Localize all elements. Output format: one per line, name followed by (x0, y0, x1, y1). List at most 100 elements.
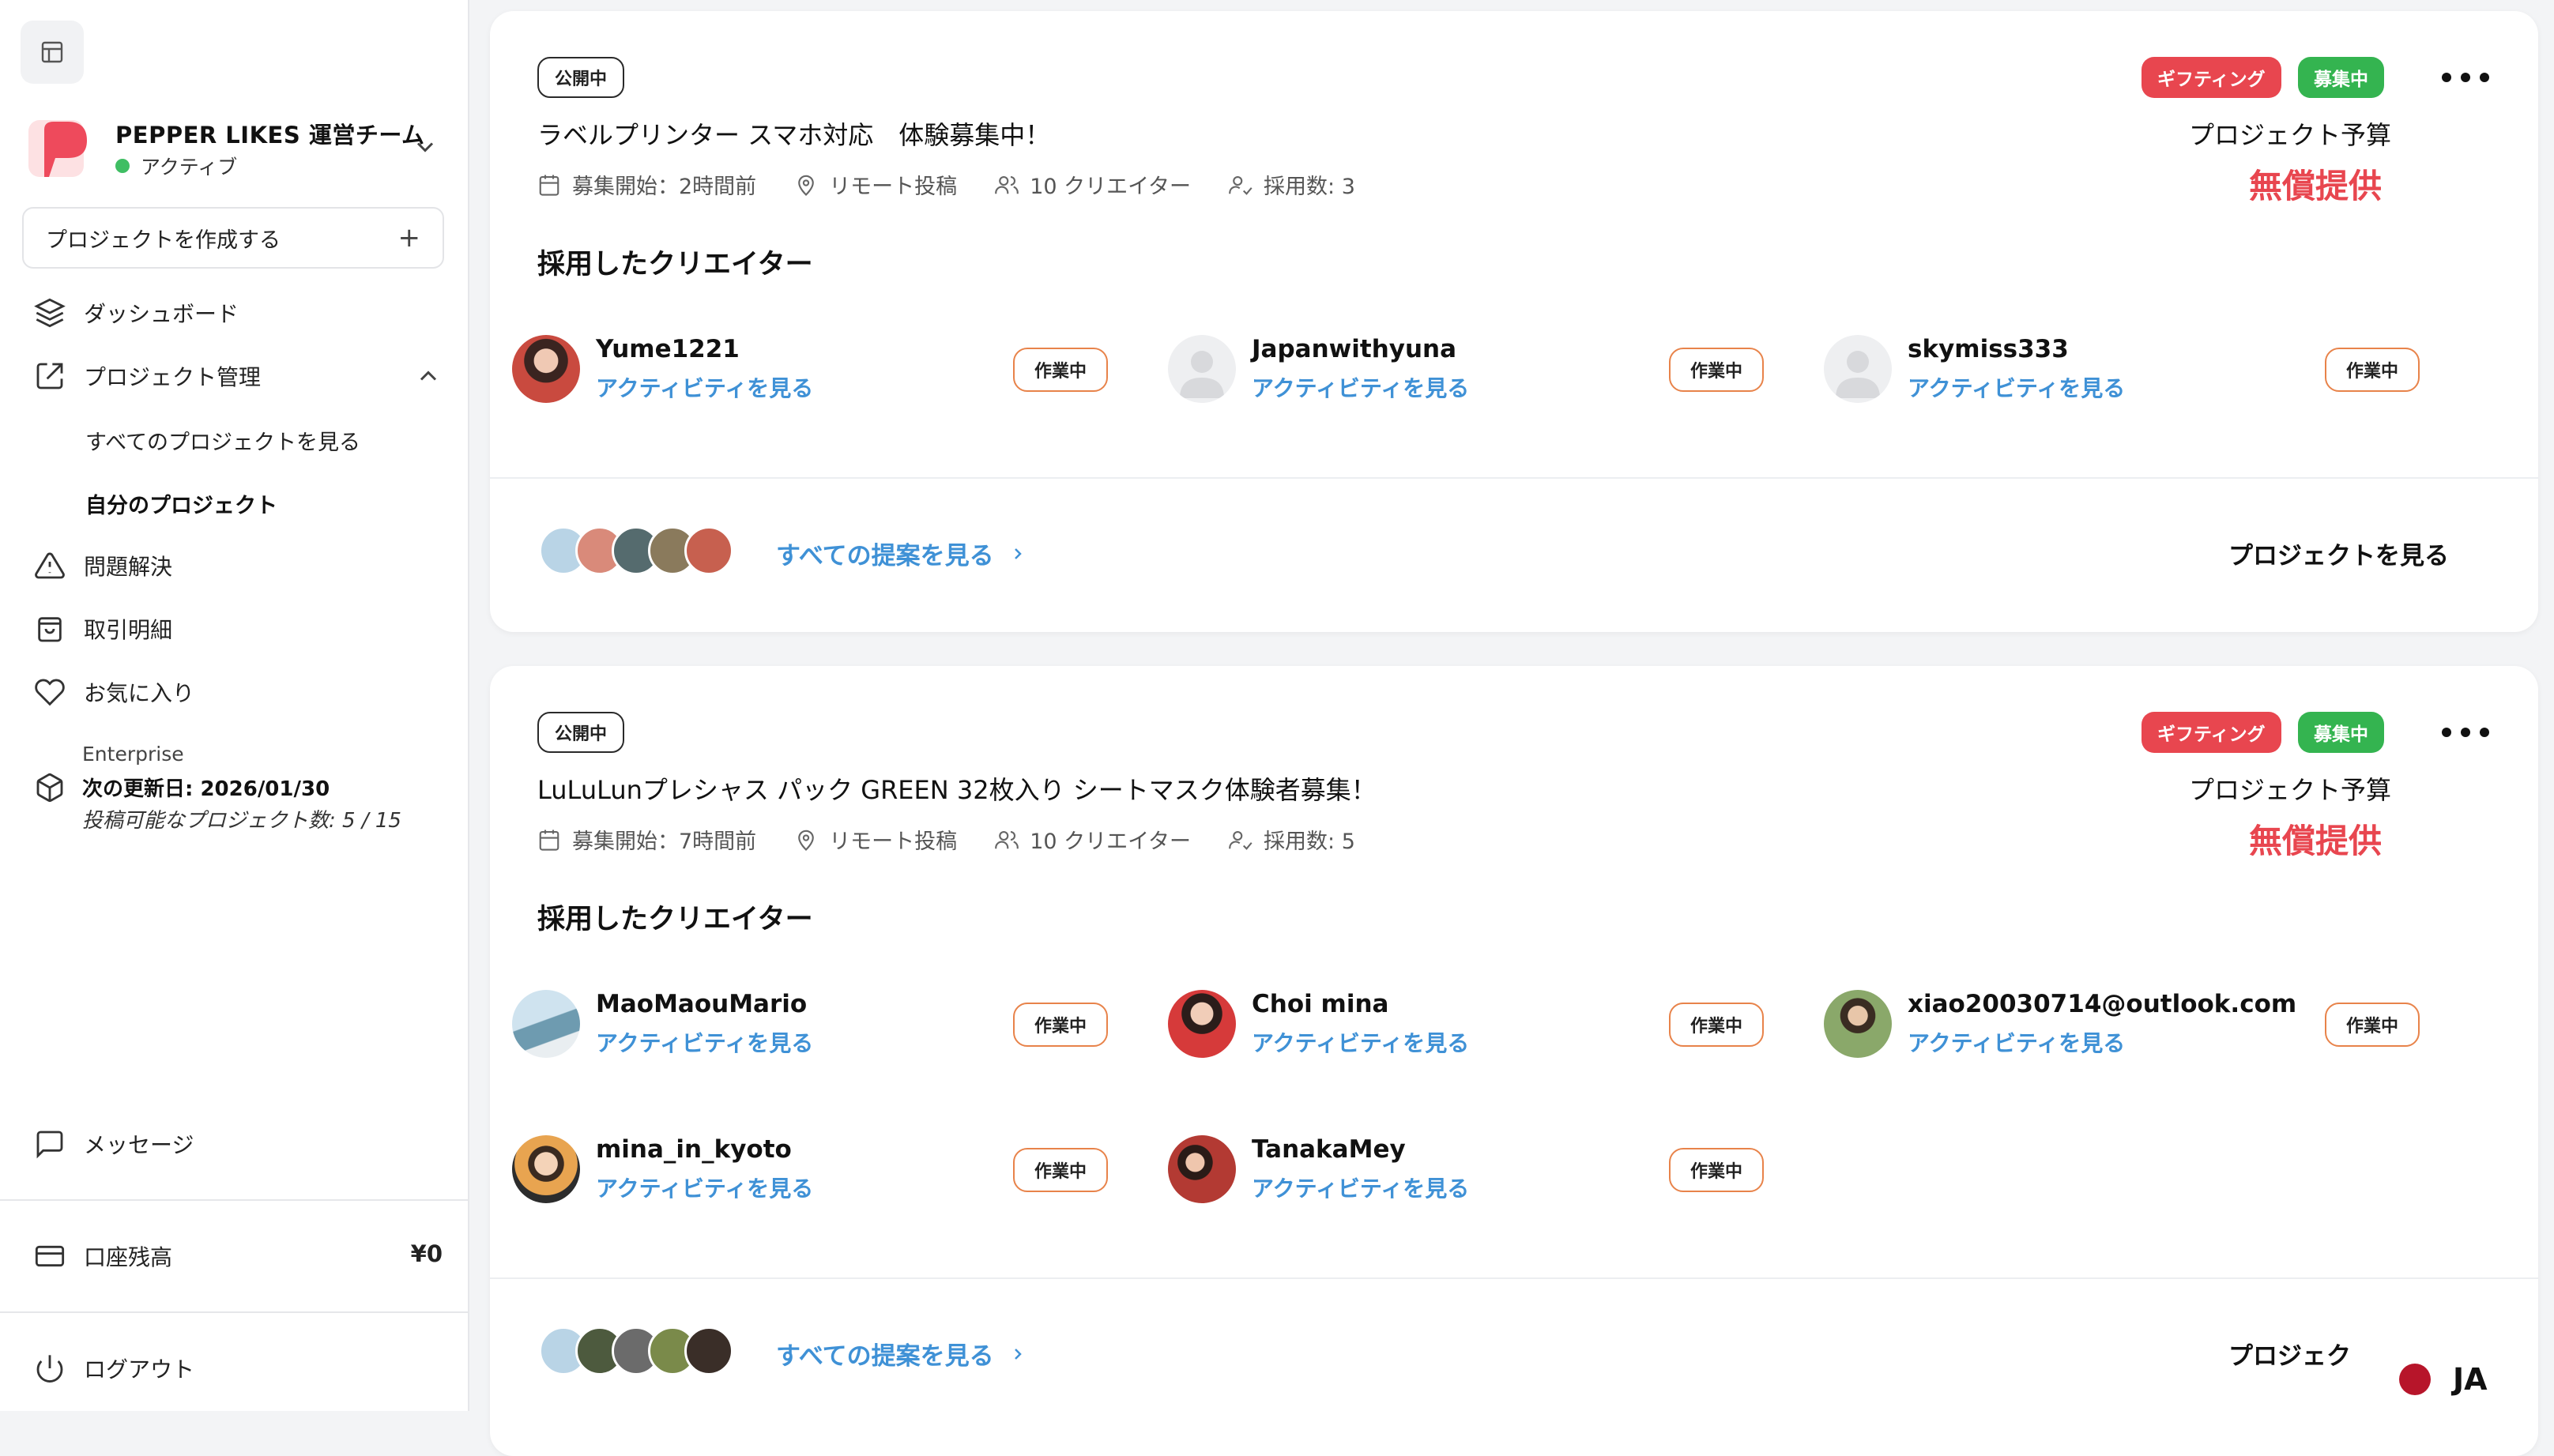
project-title[interactable]: LuLuLunプレシャス パック GREEN 32枚入り シートマスク体験者募集… (537, 770, 1377, 807)
section-title: 採用したクリエイター (537, 904, 813, 935)
nav-messages[interactable]: メッセージ (32, 1119, 443, 1169)
project-title[interactable]: ラベルプリンター スマホ対応 体験募集中！ (537, 115, 1050, 152)
language-switcher[interactable]: JA (2383, 1357, 2503, 1401)
users-icon (995, 830, 1019, 848)
meta-creators-text: 10 クリエイター (1030, 830, 1192, 854)
creator-name: MaoMaouMario (596, 990, 808, 1018)
divider (490, 477, 2538, 479)
working-status-badge: 作業中 (1669, 1003, 1764, 1047)
nav-dashboard[interactable]: ダッシュボード (32, 288, 443, 338)
japan-flag-icon (2399, 1364, 2431, 1395)
nav-messages-label: メッセージ (84, 1132, 194, 1158)
creator-item[interactable]: Yume1221 アクティビティを見る 作業中 (490, 330, 1108, 409)
more-options-icon[interactable] (2442, 68, 2489, 87)
view-activity-link[interactable]: アクティビティを見る (1252, 1026, 1469, 1058)
creator-name: Choi mina (1252, 990, 1389, 1018)
proposal-avatars (539, 526, 744, 583)
layout-icon (41, 41, 63, 63)
creator-item[interactable]: TanakaMey アクティビティを見る 作業中 (1146, 1131, 1764, 1210)
view-activity-link[interactable]: アクティビティを見る (1908, 371, 2125, 403)
view-project-button[interactable]: プロジェク (2228, 1336, 2351, 1371)
nav-my-projects[interactable]: 自分のプロジェクト (85, 488, 277, 519)
working-status-badge: 作業中 (1669, 348, 1764, 392)
meta-location-text: リモート投稿 (829, 175, 958, 199)
logout-button[interactable]: ログアウト (32, 1343, 443, 1394)
balance-label: 口座残高 (84, 1244, 173, 1270)
create-project-label: プロジェクトを作成する (46, 228, 281, 253)
team-status: アクティブ (115, 152, 237, 180)
creator-name: xiao20030714@outlook.com (1908, 990, 2297, 1018)
see-all-proposals-link[interactable]: すべての提案を見る (776, 536, 1027, 571)
creator-item[interactable]: skymiss333 アクティビティを見る 作業中 (1802, 330, 2420, 409)
creator-name: skymiss333 (1908, 335, 2069, 363)
creator-item[interactable]: MaoMaouMario アクティビティを見る 作業中 (490, 985, 1108, 1064)
avatar (684, 1326, 733, 1375)
chevron-down-icon (416, 142, 434, 152)
project-meta: 募集開始：7時間前 リモート投稿 10 クリエイター 採用数: 5 (537, 824, 1393, 855)
project-card: 公開中 ギフティング 募集中 ラベルプリンター スマホ対応 体験募集中！ プロジ… (490, 11, 2538, 632)
chevron-right-icon (1014, 547, 1022, 559)
view-activity-link[interactable]: アクティビティを見る (596, 371, 813, 403)
nav-project-manage[interactable]: プロジェクト管理 (32, 351, 443, 401)
plan-info: Enterprise 次の更新日: 2026/01/30 投稿可能なプロジェクト… (32, 743, 443, 837)
nav-transactions[interactable]: 取引明細 (32, 604, 443, 654)
team-status-label: アクティブ (141, 156, 238, 179)
view-activity-link[interactable]: アクティビティを見る (596, 1172, 813, 1203)
chevron-right-icon (1014, 1348, 1022, 1360)
more-options-icon[interactable] (2442, 723, 2489, 742)
see-all-proposals-label: すべての提案を見る (776, 1342, 994, 1371)
avatar (1168, 1135, 1236, 1203)
meta-creators: 10 クリエイター (995, 169, 1191, 200)
sidebar-toggle-button[interactable] (21, 21, 84, 84)
team-switcher[interactable]: PEPPER LIKES 運営チーム アクティブ (28, 111, 439, 190)
view-activity-link[interactable]: アクティビティを見る (1908, 1026, 2125, 1058)
power-icon (32, 1350, 68, 1386)
plan-project-count: 投稿可能なプロジェクト数: 5 / 15 (82, 809, 401, 833)
creator-item[interactable]: Choi mina アクティビティを見る 作業中 (1146, 985, 1764, 1064)
working-status-badge: 作業中 (2325, 348, 2420, 392)
team-logo (28, 120, 87, 177)
working-status-badge: 作業中 (1013, 1148, 1108, 1192)
view-activity-link[interactable]: アクティビティを見る (1252, 371, 1469, 403)
view-activity-link[interactable]: アクティビティを見る (596, 1026, 813, 1058)
nav-favorites[interactable]: お気に入り (32, 667, 443, 717)
avatar (1824, 990, 1892, 1058)
divider (0, 1199, 469, 1201)
sidebar: PEPPER LIKES 運営チーム アクティブ プロジェクトを作成する + ダ… (0, 0, 469, 1411)
gifting-tag: ギフティング (2142, 712, 2281, 753)
balance-value: ¥0 (410, 1240, 443, 1267)
plan-renewal-date: 次の更新日: 2026/01/30 (82, 777, 330, 801)
meta-start: 募集開始：7時間前 (537, 824, 756, 855)
nav-issues[interactable]: 問題解決 (32, 540, 443, 591)
working-status-badge: 作業中 (1669, 1148, 1764, 1192)
recruiting-tag: 募集中 (2298, 712, 2384, 753)
working-status-badge: 作業中 (2325, 1003, 2420, 1047)
view-project-button[interactable]: プロジェクトを見る (2228, 536, 2449, 571)
plus-icon: + (397, 222, 421, 254)
meta-hired-text: 採用数: 5 (1264, 830, 1355, 854)
view-activity-link[interactable]: アクティビティを見る (1252, 1172, 1469, 1203)
meta-start: 募集開始：2時間前 (537, 169, 756, 200)
language-code: JA (2453, 1362, 2488, 1397)
budget-label: プロジェクト予算 (2189, 775, 2392, 805)
map-pin-icon (798, 175, 815, 196)
nav-all-projects[interactable]: すべてのプロジェクトを見る (85, 425, 360, 456)
creator-item[interactable]: Japanwithyuna アクティビティを見る 作業中 (1146, 330, 1764, 409)
message-icon (32, 1126, 68, 1162)
status-badge: 公開中 (537, 712, 625, 753)
meta-creators: 10 クリエイター (995, 824, 1191, 855)
logout-label: ログアウト (84, 1356, 195, 1383)
external-link-icon (32, 358, 68, 394)
avatar (512, 335, 580, 403)
creator-item[interactable]: xiao20030714@outlook.com アクティビティを見る 作業中 (1802, 985, 2420, 1064)
see-all-proposals-label: すべての提案を見る (776, 542, 994, 570)
creator-item[interactable]: mina_in_kyoto アクティビティを見る 作業中 (490, 1131, 1108, 1210)
section-title: 採用したクリエイター (537, 249, 813, 280)
see-all-proposals-link[interactable]: すべての提案を見る (776, 1336, 1027, 1371)
recruiting-tag: 募集中 (2298, 57, 2384, 98)
nav-dashboard-label: ダッシュボード (84, 301, 239, 327)
meta-location-text: リモート投稿 (829, 830, 958, 854)
create-project-button[interactable]: プロジェクトを作成する + (22, 207, 444, 269)
calendar-icon (539, 830, 559, 851)
account-balance[interactable]: 口座残高 ¥0 (32, 1231, 443, 1281)
